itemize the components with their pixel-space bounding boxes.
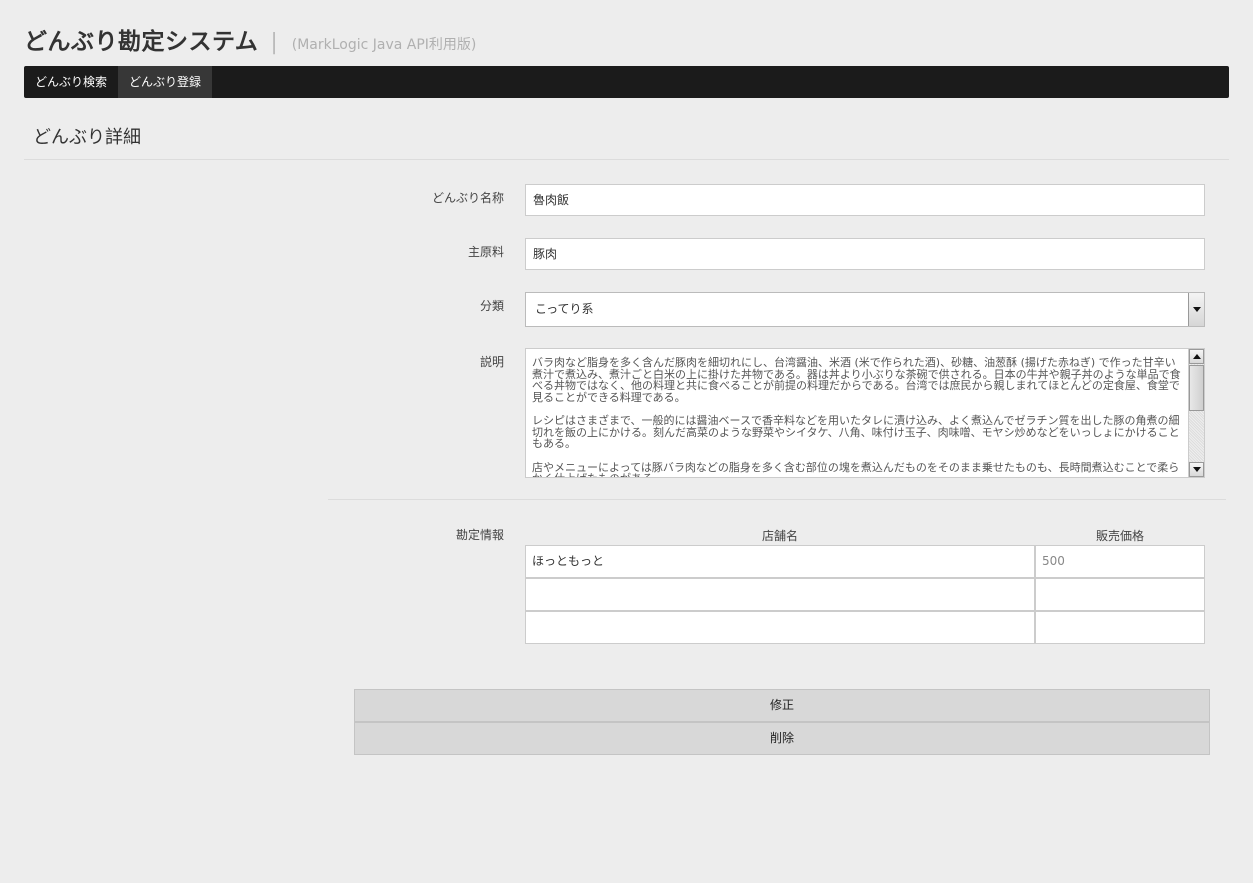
price-field[interactable] <box>1035 578 1205 611</box>
kanjo-label: 勘定情報 <box>455 528 504 542</box>
delete-button[interactable]: 削除 <box>354 722 1210 755</box>
scroll-up-icon[interactable] <box>1189 349 1204 364</box>
scroll-down-icon[interactable] <box>1189 462 1204 477</box>
category-select[interactable]: こってり系 <box>525 292 1205 327</box>
category-select-value: こってり系 <box>535 302 594 316</box>
store-name-field[interactable]: ほっともっと <box>525 545 1035 578</box>
name-field[interactable]: 魯肉飯 <box>525 184 1205 216</box>
app-subtitle: (MarkLogic Java API利用版) <box>291 37 477 53</box>
nav-item-register[interactable]: どんぶり登録 <box>118 66 213 98</box>
app-header: どんぶり勘定システム | (MarkLogic Java API利用版) <box>24 22 476 56</box>
store-column-header: 店舗名 <box>761 529 798 543</box>
app-title: どんぶり勘定システム <box>24 29 259 55</box>
description-text: バラ肉など脂身を多く含んだ豚肉を細切れにし、台湾醤油、米酒 (米で作られた酒)、… <box>532 356 1184 477</box>
update-button[interactable]: 修正 <box>354 689 1210 722</box>
description-label: 説明 <box>479 355 504 369</box>
description-paragraph: レシピはさまざまで、一般的には醤油ベースで香辛料などを用いたタレに漬け込み、よく… <box>532 414 1180 450</box>
price-column-header: 販売価格 <box>1095 529 1144 543</box>
ingredient-label: 主原料 <box>467 245 504 259</box>
form-divider <box>328 499 1226 500</box>
price-field[interactable]: 500 <box>1035 545 1205 578</box>
description-textarea[interactable]: バラ肉など脂身を多く含んだ豚肉を細切れにし、台湾醤油、米酒 (米で作られた酒)、… <box>525 348 1205 478</box>
name-label: どんぶり名称 <box>431 191 504 205</box>
store-name-field[interactable] <box>525 578 1035 611</box>
nav-item-search[interactable]: どんぶり検索 <box>24 66 118 98</box>
category-label: 分類 <box>479 299 504 313</box>
navbar: どんぶり検索 どんぶり登録 <box>24 66 1229 98</box>
description-scrollbar[interactable] <box>1188 349 1204 477</box>
section-divider <box>24 159 1229 160</box>
store-name-field[interactable] <box>525 611 1035 644</box>
description-paragraph: 店やメニューによっては豚バラ肉などの脂身を多く含む部位の塊を煮込んだものをそのま… <box>532 460 1180 477</box>
chevron-down-icon[interactable] <box>1188 293 1204 326</box>
scroll-thumb[interactable] <box>1189 365 1204 411</box>
price-field[interactable] <box>1035 611 1205 644</box>
title-separator: | <box>270 30 278 55</box>
description-paragraph: バラ肉など脂身を多く含んだ豚肉を細切れにし、台湾醤油、米酒 (米で作られた酒)、… <box>532 356 1181 404</box>
ingredient-field[interactable]: 豚肉 <box>525 238 1205 270</box>
page-title: どんぶり詳細 <box>33 127 141 148</box>
